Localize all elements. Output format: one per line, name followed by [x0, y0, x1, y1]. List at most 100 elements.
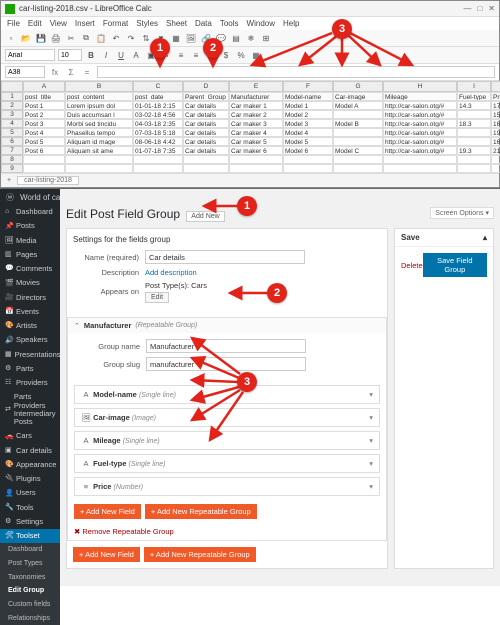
- freeze-icon[interactable]: ❄: [245, 32, 257, 44]
- sidebar-item[interactable]: 🎨Appearance: [0, 458, 60, 472]
- cell[interactable]: Car maker 5: [229, 137, 283, 146]
- cell[interactable]: http://car-salon.otg/#: [383, 110, 457, 119]
- cell[interactable]: 15.8: [491, 110, 500, 119]
- menu-help[interactable]: Help: [283, 19, 299, 28]
- sidebar-item[interactable]: 🎨Artists: [0, 319, 60, 333]
- sidebar-item[interactable]: ⚙Settings: [0, 515, 60, 529]
- cell[interactable]: 01-01-18 2:15: [133, 101, 183, 110]
- sidebar-item[interactable]: 📌Posts: [0, 219, 60, 233]
- cell[interactable]: Post 2: [23, 110, 65, 119]
- header-cell[interactable]: post_content: [65, 92, 133, 101]
- remove-repeatable-group-link[interactable]: ✖ Remove Repeatable Group: [68, 523, 180, 540]
- cell[interactable]: Car details: [183, 101, 229, 110]
- sidebar-item[interactable]: ⌂Dashboard: [0, 205, 60, 219]
- percent-icon[interactable]: %: [235, 49, 247, 61]
- cell[interactable]: 19.3: [457, 146, 491, 155]
- sidebar-item[interactable]: 🛠Toolset: [0, 529, 60, 543]
- menu-file[interactable]: File: [7, 19, 20, 28]
- cell[interactable]: Post 5: [23, 137, 65, 146]
- menu-sheet[interactable]: Sheet: [166, 19, 187, 28]
- underline-icon[interactable]: U: [115, 49, 127, 61]
- menu-format[interactable]: Format: [103, 19, 128, 28]
- cell[interactable]: Aliquam id mage: [65, 137, 133, 146]
- sidebar-subitem[interactable]: Dashboard: [0, 543, 60, 557]
- add-field-button[interactable]: + Add New Field: [73, 547, 140, 562]
- add-description-link[interactable]: Add description: [145, 268, 197, 277]
- delete-link[interactable]: Delete: [401, 261, 423, 270]
- cell[interactable]: Post 3: [23, 119, 65, 128]
- column-header[interactable]: D: [183, 81, 229, 92]
- cell[interactable]: http://car-salon.otg/#: [383, 146, 457, 155]
- sidebar-item[interactable]: ▣Car details: [0, 444, 60, 458]
- sidebar-item[interactable]: 🔊Speakers: [0, 333, 60, 347]
- sidebar-item[interactable]: 🎬Movies: [0, 276, 60, 290]
- wp-logo-icon[interactable]: ⓦ: [6, 192, 14, 203]
- column-header[interactable]: C: [133, 81, 183, 92]
- menu-view[interactable]: View: [50, 19, 67, 28]
- undo-icon[interactable]: ↶: [110, 32, 122, 44]
- formula-bar[interactable]: [97, 66, 495, 78]
- chevron-down-icon[interactable]: ▾: [369, 390, 373, 399]
- font-name-input[interactable]: [5, 49, 55, 61]
- save-icon[interactable]: 💾: [35, 32, 47, 44]
- header-cell[interactable]: Fuel-type: [457, 92, 491, 101]
- cell[interactable]: Car maker 3: [229, 119, 283, 128]
- screen-options-tab[interactable]: Screen Options ▾: [430, 207, 494, 219]
- sidebar-item[interactable]: 🔧Tools: [0, 501, 60, 515]
- maximize-icon[interactable]: □: [477, 4, 482, 13]
- header-cell[interactable]: Parent_Group: [183, 92, 229, 101]
- sidebar-item[interactable]: 📅Events: [0, 305, 60, 319]
- cell[interactable]: Post 4: [23, 128, 65, 137]
- sidebar-item[interactable]: 🖼Media: [0, 234, 60, 248]
- chart-icon[interactable]: ▦: [170, 32, 182, 44]
- sort-icon[interactable]: ⇅: [140, 32, 152, 44]
- field-item[interactable]: ≡ Price (Number)▾: [74, 477, 380, 496]
- sidebar-subitem[interactable]: Custom fields: [0, 598, 60, 612]
- chevron-down-icon[interactable]: ▾: [369, 459, 373, 468]
- column-header[interactable]: F: [283, 81, 333, 92]
- copy-icon[interactable]: ⧉: [80, 32, 92, 44]
- cell[interactable]: Model C: [333, 146, 383, 155]
- cell[interactable]: 17.1: [491, 101, 500, 110]
- cell[interactable]: Car maker 4: [229, 128, 283, 137]
- field-item[interactable]: A Model-name (Single line)▾: [74, 385, 380, 404]
- header-cell[interactable]: post_title: [23, 92, 65, 101]
- cell[interactable]: http://car-salon.otg/#: [383, 137, 457, 146]
- cell[interactable]: http://car-salon.otg/#: [383, 128, 457, 137]
- sidebar-item[interactable]: 🚗Cars: [0, 429, 60, 443]
- cell[interactable]: [333, 137, 383, 146]
- sidebar-subitem[interactable]: Relationships: [0, 612, 60, 625]
- cell[interactable]: Car maker 6: [229, 146, 283, 155]
- cell[interactable]: [457, 128, 491, 137]
- column-header[interactable]: H: [383, 81, 457, 92]
- menu-window[interactable]: Window: [247, 19, 275, 28]
- cell[interactable]: 03-02-18 4:56: [133, 110, 183, 119]
- name-input[interactable]: Car details: [145, 250, 305, 264]
- cell[interactable]: 16.1: [491, 137, 500, 146]
- add-repeatable-group-button[interactable]: + Add New Repeatable Group: [144, 547, 256, 562]
- cell[interactable]: http://car-salon.otg/#: [383, 101, 457, 110]
- cell[interactable]: 07-03-18 5:18: [133, 128, 183, 137]
- new-icon[interactable]: ▫: [5, 32, 17, 44]
- headers-icon[interactable]: ▤: [230, 32, 242, 44]
- header-cell[interactable]: Car-image: [333, 92, 383, 101]
- save-field-group-button[interactable]: Save Field Group: [423, 253, 487, 277]
- cell[interactable]: Duis accumsan l: [65, 110, 133, 119]
- add-sheet-icon[interactable]: +: [7, 177, 11, 184]
- column-header[interactable]: J: [491, 81, 500, 92]
- cell[interactable]: Car details: [183, 128, 229, 137]
- cell[interactable]: [333, 128, 383, 137]
- bold-icon[interactable]: B: [85, 49, 97, 61]
- header-cell[interactable]: Mileage: [383, 92, 457, 101]
- sidebar-subitem[interactable]: Edit Group: [0, 584, 60, 598]
- cell[interactable]: http://car-salon.otg/#: [383, 119, 457, 128]
- cell[interactable]: Model 6: [283, 146, 333, 155]
- row-header[interactable]: 4: [1, 119, 23, 128]
- font-size-input[interactable]: [58, 49, 82, 61]
- name-box[interactable]: [5, 66, 45, 78]
- cell[interactable]: Car details: [183, 110, 229, 119]
- row-header[interactable]: 3: [1, 110, 23, 119]
- cell[interactable]: 08-06-18 4:42: [133, 137, 183, 146]
- cell[interactable]: [457, 137, 491, 146]
- font-color-icon[interactable]: A: [130, 49, 142, 61]
